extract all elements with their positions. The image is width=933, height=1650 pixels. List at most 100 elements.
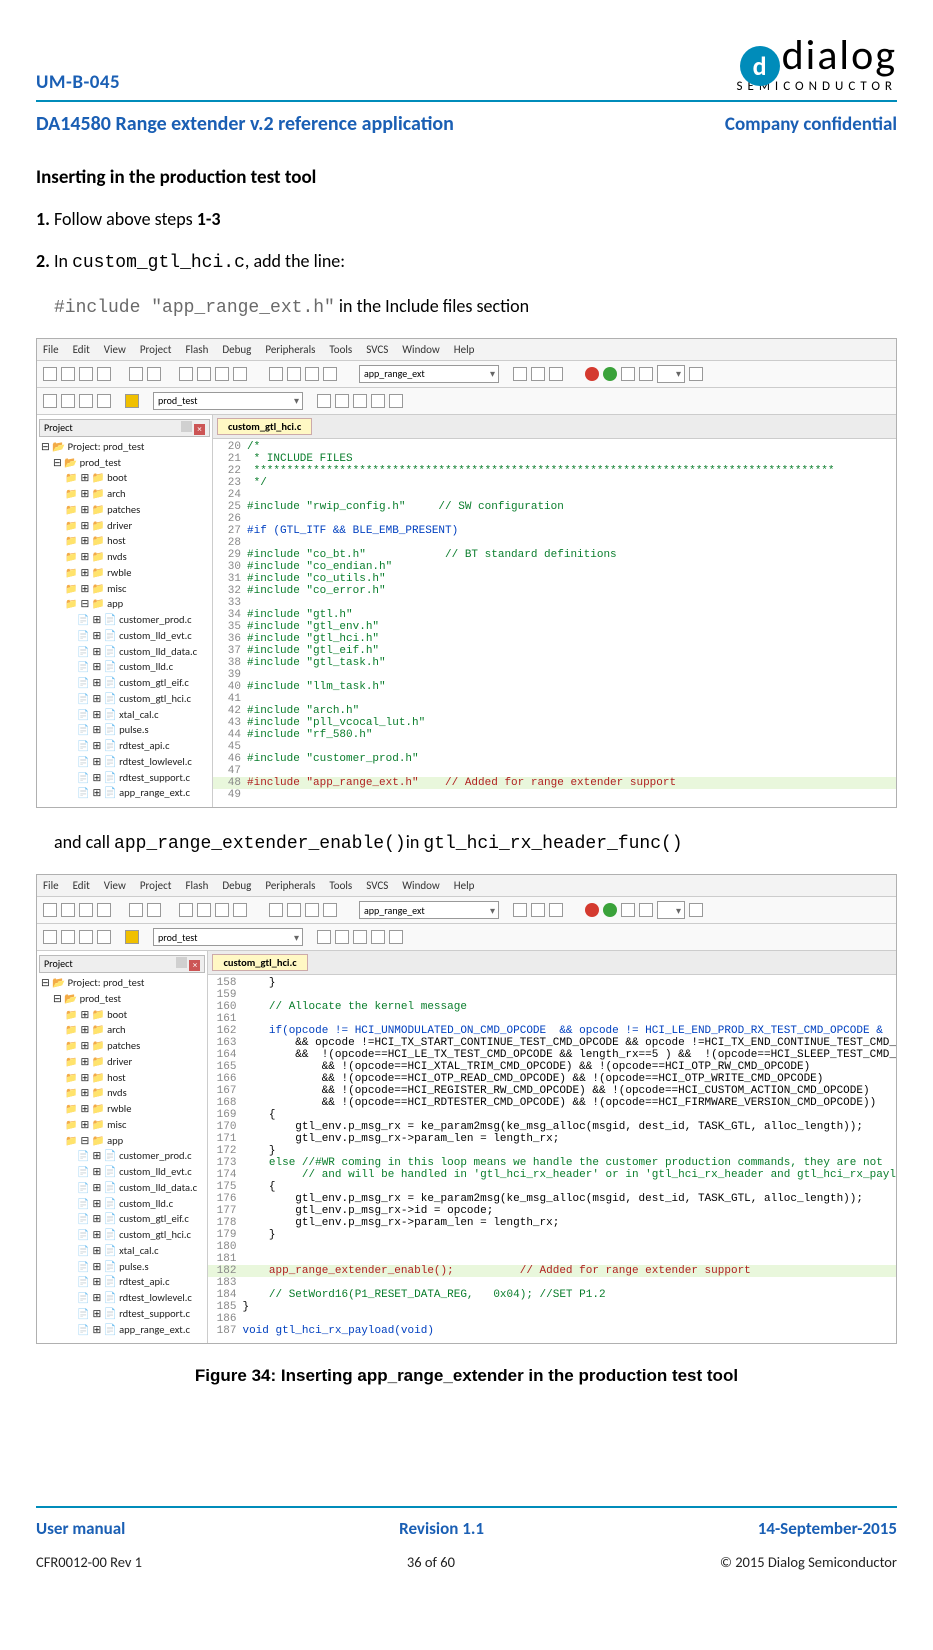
tree-node[interactable]: ⊟ 📂 prod_test — [41, 991, 205, 1007]
target-dropdown[interactable]: app_range_ext — [359, 365, 499, 383]
footer-doc-type: User manual — [36, 1518, 125, 1539]
tree-node[interactable]: ⊞ 📁 patches — [41, 1038, 205, 1054]
tree-node[interactable]: ⊞ 📄 custom_lld_data.c — [41, 644, 210, 660]
tree-node[interactable]: ⊞ 📄 custom_lld_data.c — [41, 1180, 205, 1196]
tree-node[interactable]: ⊞ 📁 rwble — [41, 1101, 205, 1117]
editor-tab[interactable]: custom_gtl_hci.c — [217, 418, 312, 435]
code-editor: 20/*21 * INCLUDE FILES22 ***************… — [213, 439, 896, 807]
tree-node[interactable]: ⊞ 📄 xtal_cal.c — [41, 707, 210, 723]
menu-flash[interactable]: Flash — [185, 343, 208, 356]
tree-node[interactable]: ⊞ 📄 rdtest_lowlevel.c — [41, 1290, 205, 1306]
menu-help[interactable]: Help — [454, 343, 475, 356]
menu-help[interactable]: Help — [454, 879, 475, 892]
tree-node[interactable]: ⊞ 📄 rdtest_api.c — [41, 738, 210, 754]
doc-title: DA14580 Range extender v.2 reference app… — [36, 112, 454, 136]
menu-debug[interactable]: Debug — [222, 343, 251, 356]
tree-node[interactable]: ⊞ 📁 nvds — [41, 549, 210, 565]
footer-date: 14-September-2015 — [758, 1518, 897, 1539]
editor-tab[interactable]: custom_gtl_hci.c — [212, 954, 307, 971]
tree-node[interactable]: ⊞ 📁 rwble — [41, 565, 210, 581]
menu-project[interactable]: Project — [140, 343, 172, 356]
project-panel: Project × ⊟ 📂 Project: prod_test⊟ 📂 prod… — [37, 951, 208, 1343]
menu-edit[interactable]: Edit — [73, 879, 90, 892]
doc-code: UM-B-045 — [36, 71, 120, 94]
tree-node[interactable]: ⊞ 📄 custom_lld_evt.c — [41, 628, 210, 644]
menu-project[interactable]: Project — [140, 879, 172, 892]
close-icon[interactable]: × — [189, 960, 200, 971]
footer-copyright: © 2015 Dialog Semiconductor — [720, 1553, 897, 1571]
tree-node[interactable]: ⊞ 📁 boot — [41, 470, 210, 486]
menu-file[interactable]: File — [43, 343, 59, 356]
menu-view[interactable]: View — [104, 343, 126, 356]
ide-screenshot-1: File Edit View Project Flash Debug Peripherals… — [36, 338, 897, 808]
config-dropdown[interactable]: prod_test — [153, 928, 303, 946]
page-header: UM-B-045 d dialog SEMICONDUCTOR — [36, 30, 897, 102]
menu-svcs[interactable]: SVCS — [366, 343, 388, 356]
tree-node[interactable]: ⊟ 📁 app — [41, 596, 210, 612]
tree-node[interactable]: ⊞ 📁 driver — [41, 1054, 205, 1070]
menu-window[interactable]: Window — [402, 343, 440, 356]
menu-tools[interactable]: Tools — [329, 879, 352, 892]
figure-caption: Figure 34: Inserting app_range_extender … — [36, 1366, 897, 1386]
footer-secondary: CFR0012-00 Rev 1 36 of 60 © 2015 Dialog … — [36, 1553, 897, 1571]
tree-node[interactable]: ⊞ 📄 custom_lld_evt.c — [41, 1164, 205, 1180]
ide-menubar: File Edit View Project Flash Debug Peripherals… — [37, 875, 896, 897]
menu-peripherals[interactable]: Peripherals — [265, 343, 315, 356]
tree-node[interactable]: ⊞ 📁 driver — [41, 518, 210, 534]
menu-debug[interactable]: Debug — [222, 879, 251, 892]
tree-node[interactable]: ⊞ 📁 arch — [41, 486, 210, 502]
tree-node[interactable]: ⊞ 📄 rdtest_api.c — [41, 1274, 205, 1290]
tree-node[interactable]: ⊞ 📄 pulse.s — [41, 722, 210, 738]
tree-node[interactable]: ⊞ 📄 rdtest_support.c — [41, 1306, 205, 1322]
menu-flash[interactable]: Flash — [185, 879, 208, 892]
stop-icon — [585, 903, 599, 917]
menu-file[interactable]: File — [43, 879, 59, 892]
tree-node[interactable]: ⊞ 📄 app_range_ext.c — [41, 1322, 205, 1338]
config-dropdown[interactable]: prod_test — [153, 392, 303, 410]
go-icon — [603, 903, 617, 917]
menu-window[interactable]: Window — [402, 879, 440, 892]
step-1: 1. Follow above steps 1-3 — [36, 207, 897, 231]
tree-node[interactable]: ⊞ 📄 custom_gtl_eif.c — [41, 675, 210, 691]
target-dropdown[interactable]: app_range_ext — [359, 901, 499, 919]
tree-node[interactable]: ⊞ 📄 customer_prod.c — [41, 1148, 205, 1164]
code-editor: 158 }159160 // Allocate the kernel messa… — [208, 975, 896, 1343]
tree-node[interactable]: ⊞ 📁 arch — [41, 1022, 205, 1038]
tree-node[interactable]: ⊟ 📂 Project: prod_test — [41, 975, 205, 991]
tree-node[interactable]: ⊞ 📄 custom_lld.c — [41, 1196, 205, 1212]
section-heading: Inserting in the production test tool — [36, 166, 897, 189]
tree-node[interactable]: ⊞ 📁 boot — [41, 1007, 205, 1023]
ide-toolbar-1: app_range_ext — [37, 361, 896, 388]
ide-toolbar-2: prod_test — [37, 388, 896, 415]
tree-node[interactable]: ⊞ 📁 misc — [41, 1117, 205, 1133]
tree-node[interactable]: ⊞ 📄 custom_lld.c — [41, 659, 210, 675]
menu-tools[interactable]: Tools — [329, 343, 352, 356]
include-line: #include "app_range_ext.h" in the Includ… — [54, 294, 897, 320]
tree-node[interactable]: ⊞ 📄 rdtest_support.c — [41, 770, 210, 786]
tree-node[interactable]: ⊞ 📁 misc — [41, 581, 210, 597]
tree-node[interactable]: ⊟ 📂 prod_test — [41, 455, 210, 471]
step-2: 2. In custom_gtl_hci.c, add the line: — [36, 249, 897, 275]
close-icon[interactable]: × — [194, 424, 205, 435]
menu-edit[interactable]: Edit — [73, 343, 90, 356]
tree-node[interactable]: ⊞ 📄 customer_prod.c — [41, 612, 210, 628]
logo-icon: d — [740, 46, 780, 86]
tree-node[interactable]: ⊞ 📄 custom_gtl_hci.c — [41, 691, 210, 707]
tree-node[interactable]: ⊞ 📁 host — [41, 533, 210, 549]
tree-node[interactable]: ⊞ 📄 app_range_ext.c — [41, 785, 210, 801]
tree-node[interactable]: ⊞ 📄 custom_gtl_eif.c — [41, 1211, 205, 1227]
tree-node[interactable]: ⊞ 📄 pulse.s — [41, 1259, 205, 1275]
menu-view[interactable]: View — [104, 879, 126, 892]
tree-node[interactable]: ⊞ 📁 patches — [41, 502, 210, 518]
tree-node[interactable]: ⊞ 📁 nvds — [41, 1085, 205, 1101]
tree-node[interactable]: ⊟ 📂 Project: prod_test — [41, 439, 210, 455]
tree-node[interactable]: ⊞ 📄 custom_gtl_hci.c — [41, 1227, 205, 1243]
tree-node[interactable]: ⊞ 📁 host — [41, 1070, 205, 1086]
tree-node[interactable]: ⊟ 📁 app — [41, 1133, 205, 1149]
include-code: #include "app_range_ext.h" — [54, 298, 335, 318]
menu-peripherals[interactable]: Peripherals — [265, 879, 315, 892]
tree-node[interactable]: ⊞ 📄 xtal_cal.c — [41, 1243, 205, 1259]
footer-primary: User manual Revision 1.1 14-September-20… — [36, 1506, 897, 1539]
menu-svcs[interactable]: SVCS — [366, 879, 388, 892]
tree-node[interactable]: ⊞ 📄 rdtest_lowlevel.c — [41, 754, 210, 770]
